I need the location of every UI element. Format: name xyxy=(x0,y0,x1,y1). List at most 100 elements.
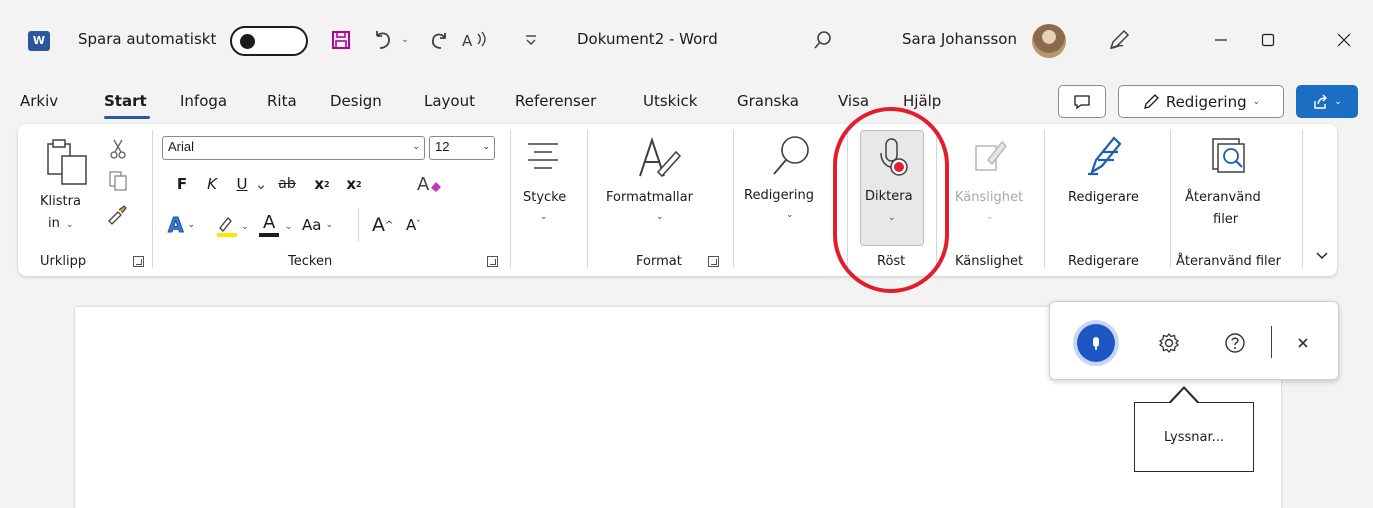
font-size-combo[interactable]: 12 ⌄ xyxy=(429,136,495,160)
tab-visa[interactable]: Visa xyxy=(838,92,869,110)
paragraph-label[interactable]: Stycke xyxy=(523,190,566,205)
paste-label[interactable]: Klistra xyxy=(40,194,81,209)
superscript-button[interactable]: x2 xyxy=(342,170,366,198)
copy-icon[interactable] xyxy=(108,170,128,192)
search-icon[interactable] xyxy=(808,24,838,56)
reuse-files-label-2[interactable]: filer xyxy=(1213,212,1238,227)
editing-mode-button[interactable]: Redigering ⌄ xyxy=(1118,85,1284,118)
group-separator xyxy=(936,130,937,268)
strikethrough-button[interactable]: ab xyxy=(274,170,300,198)
help-icon[interactable] xyxy=(1220,328,1250,358)
text-effects-button[interactable]: A ⌄ xyxy=(167,210,195,240)
format-painter-icon[interactable] xyxy=(106,204,128,226)
grow-font-button[interactable]: A ^ xyxy=(372,210,393,240)
tab-arkiv[interactable]: Arkiv xyxy=(20,92,58,110)
word-logo-icon: W xyxy=(28,31,50,51)
comments-button[interactable] xyxy=(1058,85,1106,118)
font-launcher[interactable] xyxy=(487,256,498,267)
tab-start[interactable]: Start xyxy=(104,92,147,110)
paragraph-icon[interactable] xyxy=(526,140,560,174)
active-tab-indicator xyxy=(104,116,150,119)
chevron-down-icon[interactable]: ⌄ xyxy=(656,212,664,222)
maximize-icon xyxy=(1261,33,1275,47)
customize-qat-icon[interactable] xyxy=(522,24,540,56)
close-dictation-button[interactable] xyxy=(1288,328,1318,358)
tab-utskick[interactable]: Utskick xyxy=(643,92,697,110)
editor-icon[interactable] xyxy=(1084,134,1124,178)
styles-launcher[interactable] xyxy=(708,256,719,267)
reuse-files-label[interactable]: Återanvänd xyxy=(1185,190,1261,205)
bold-button[interactable]: F xyxy=(172,170,192,198)
editor-label[interactable]: Redigerare xyxy=(1068,190,1139,205)
reuse-files-icon[interactable] xyxy=(1210,136,1250,176)
settings-icon[interactable] xyxy=(1154,328,1184,358)
dictate-button[interactable]: Diktera ⌄ xyxy=(860,130,924,246)
font-name-combo[interactable]: Arial ⌄ xyxy=(162,136,425,160)
styles-label[interactable]: Formatmallar xyxy=(606,190,693,205)
editor-group-label: Redigerare xyxy=(1068,254,1139,269)
title-bar: W Spara automatiskt ⌄ A Dokument2 - Word… xyxy=(0,0,1373,82)
font-group-label: Tecken xyxy=(288,254,333,269)
italic-button[interactable]: K xyxy=(202,170,222,198)
pencil-icon xyxy=(1143,93,1159,109)
paste-icon[interactable] xyxy=(42,136,90,186)
sensitivity-icon xyxy=(972,138,1010,178)
styles-icon[interactable] xyxy=(636,136,686,180)
paste-label-2[interactable]: in xyxy=(48,216,60,231)
collapse-ribbon-icon[interactable] xyxy=(1314,248,1330,264)
underline-button[interactable]: U xyxy=(232,170,252,198)
subscript-label: x xyxy=(314,175,325,193)
undo-icon[interactable] xyxy=(370,24,396,56)
grow-font-caret: ^ xyxy=(385,219,394,231)
share-button[interactable]: ⌄ xyxy=(1296,85,1358,118)
chevron-down-icon[interactable]: ⌄ xyxy=(786,210,794,220)
font-color-button[interactable]: ⌄ A xyxy=(256,212,296,240)
voice-group-label: Röst xyxy=(877,254,906,269)
tab-layout[interactable]: Layout xyxy=(424,92,475,110)
close-button[interactable] xyxy=(1324,22,1364,58)
highlight-color-button[interactable]: ⌄ xyxy=(214,212,252,240)
font-name-value: Arial xyxy=(168,139,195,154)
group-separator xyxy=(733,130,734,268)
shrink-font-button[interactable]: Aˇ xyxy=(406,210,421,240)
tab-granska[interactable]: Granska xyxy=(737,92,799,110)
underline-dropdown-icon[interactable]: ⌄ xyxy=(254,170,268,198)
chevron-down-icon: ⌄ xyxy=(412,141,420,151)
redo-icon[interactable] xyxy=(426,24,452,56)
read-aloud-icon[interactable]: A xyxy=(460,24,492,56)
shrink-font-caret: ˇ xyxy=(416,220,421,230)
clipboard-launcher[interactable] xyxy=(133,256,144,267)
change-case-button[interactable]: Aa ⌄ xyxy=(302,210,333,240)
subscript-button[interactable]: x2 xyxy=(310,170,334,198)
tab-hjalp[interactable]: Hjälp xyxy=(903,92,941,110)
save-icon[interactable] xyxy=(328,24,354,56)
styles-group-label: Format xyxy=(636,254,682,269)
pen-icon[interactable] xyxy=(1104,24,1134,56)
dictate-label: Diktera xyxy=(865,189,913,204)
undo-dropdown-icon[interactable]: ⌄ xyxy=(398,24,412,56)
find-icon[interactable] xyxy=(770,134,812,178)
minimize-button[interactable] xyxy=(1201,22,1241,58)
tab-design[interactable]: Design xyxy=(330,92,382,110)
chevron-down-icon[interactable]: ⌄ xyxy=(540,212,548,222)
tab-infoga[interactable]: Infoga xyxy=(180,92,227,110)
user-name[interactable]: Sara Johansson xyxy=(902,30,1017,48)
autosave-label: Spara automatiskt xyxy=(78,30,217,48)
chevron-down-icon[interactable]: ⌄ xyxy=(66,220,74,230)
tab-referenser[interactable]: Referenser xyxy=(515,92,596,110)
clipboard-group-label: Urklipp xyxy=(40,254,87,269)
document-title: Dokument2 - Word xyxy=(577,30,718,48)
change-case-label: Aa xyxy=(302,216,322,234)
dictate-icon xyxy=(877,137,909,179)
comments-icon xyxy=(1074,94,1090,109)
tab-rita[interactable]: Rita xyxy=(267,92,297,110)
maximize-button[interactable] xyxy=(1248,22,1288,58)
editing-label[interactable]: Redigering xyxy=(744,188,814,203)
reuse-group-label: Återanvänd filer xyxy=(1176,254,1281,269)
microphone-button[interactable] xyxy=(1077,324,1115,362)
cut-icon[interactable] xyxy=(108,138,128,160)
group-separator xyxy=(1044,130,1045,268)
clear-formatting-icon[interactable]: A xyxy=(416,170,444,198)
avatar[interactable] xyxy=(1032,24,1066,58)
autosave-toggle[interactable] xyxy=(230,26,308,56)
